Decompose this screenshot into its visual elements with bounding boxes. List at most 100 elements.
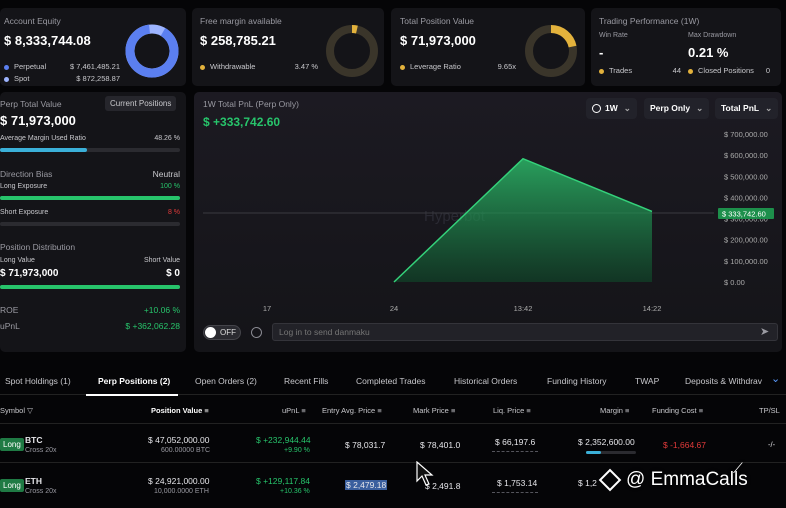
danmaku-settings-icon[interactable] [251, 327, 262, 338]
max-drawdown-label: Max Drawdown [688, 32, 737, 39]
margin: $ 2,352,600.00 [578, 437, 635, 447]
current-value-label: $ 333,742.60 [722, 210, 766, 219]
performance-title: Trading Performance (1W) [599, 16, 700, 26]
sort-icon: ≡ [301, 406, 306, 415]
danmaku-input[interactable] [272, 323, 778, 341]
header-liq[interactable]: Liq. Price ≡ [493, 406, 531, 415]
closed-dot [688, 68, 693, 74]
upnl-percent: +10.36 % [280, 488, 310, 495]
long-value: $ 71,973,000 [0, 268, 59, 279]
win-rate-value: - [599, 45, 604, 60]
mute-icon[interactable]: ⟋ [733, 460, 751, 478]
trading-performance-card: Trading Performance (1W) Win Rate - Max … [591, 8, 781, 86]
toggle-label: OFF [220, 328, 236, 337]
margin-ratio-fill [0, 148, 87, 152]
leverage-value: 9.65x [497, 62, 516, 71]
side-badge: Long [0, 438, 24, 451]
y-tick-label: $ 700,000.00 [724, 130, 768, 139]
perp-total-value: $ 71,973,000 [0, 113, 76, 128]
tab-open-orders-2[interactable]: Open Orders (2) [195, 376, 257, 386]
margin-ratio-value: 48.26 % [154, 135, 180, 142]
toggle-knob [205, 327, 216, 338]
leverage-row: Leverage Ratio 9.65x [400, 62, 516, 71]
short-value: $ 0 [166, 268, 180, 279]
short-exposure-bar [0, 222, 180, 226]
margin-ratio-bar [0, 148, 180, 152]
header-margin-label: Margin [600, 406, 623, 415]
tab-funding-history[interactable]: Funding History [547, 376, 607, 386]
upnl-label: uPnL [0, 321, 20, 331]
perp-total-label: Perp Total Value [0, 99, 62, 109]
tab-completed-trades[interactable]: Completed Trades [356, 376, 425, 386]
header-tpsl: TP/SL [759, 406, 780, 415]
current-positions-button[interactable]: Current Positions [105, 96, 177, 111]
leverage-dot [400, 64, 405, 70]
header-position-value[interactable]: Position Value ≡ [151, 406, 209, 415]
upnl: $ +129,117.84 [256, 476, 310, 486]
header-mark[interactable]: Mark Price ≡ [413, 406, 455, 415]
position-size: 10,000.0000 ETH [154, 488, 209, 495]
tab-perp-positions-2[interactable]: Perp Positions (2) [98, 376, 170, 386]
trades-row: Trades 44 [599, 66, 681, 75]
tab-twap[interactable]: TWAP [635, 376, 659, 386]
roe-label: ROE [0, 305, 19, 315]
symbol[interactable]: BTC [25, 435, 42, 445]
tpsl[interactable]: -/- [768, 440, 775, 449]
position-value: $ 24,921,000.00 [148, 476, 210, 486]
upnl-percent: +9.90 % [284, 447, 310, 454]
distribution-fill [0, 285, 180, 289]
x-tick-label: 13:42 [514, 304, 533, 313]
tab-recent-fills[interactable]: Recent Fills [284, 376, 328, 386]
filter-icon: ▽ [27, 406, 33, 415]
withdrawable-value: 3.47 % [294, 62, 318, 71]
leverage-label: Leverage Ratio [410, 62, 461, 71]
tabs-scroll-chevron-icon[interactable]: ⌄ [771, 372, 780, 385]
perp-total-panel: Perp Total Value Current Positions $ 71,… [0, 92, 186, 352]
position-distribution-label: Position Distribution [0, 242, 76, 252]
trades-value: 44 [672, 66, 681, 75]
position-value: $ 47,052,000.00 [148, 435, 210, 445]
header-symbol[interactable]: Symbol ▽ [0, 406, 33, 415]
long-exposure-bar [0, 196, 180, 200]
direction-bias-label: Direction Bias [0, 169, 53, 179]
header-liq-label: Liq. Price [493, 406, 525, 415]
win-rate-label: Win Rate [599, 32, 628, 39]
withdrawable-row: Withdrawable 3.47 % [200, 62, 318, 71]
spot-value: $ 872,258.87 [76, 74, 120, 83]
long-exposure-label: Long Exposure [0, 183, 48, 190]
tab-spot-holdings-1[interactable]: Spot Holdings (1) [5, 376, 71, 386]
send-icon[interactable]: ➤ [760, 325, 769, 338]
perpetual-label: Perpetual [14, 62, 47, 71]
sort-icon: ≡ [204, 406, 209, 415]
danmaku-toggle[interactable]: OFF [203, 325, 241, 340]
mouse-cursor-icon [416, 461, 434, 486]
tab-deposits-withdrav[interactable]: Deposits & Withdrav [685, 376, 762, 386]
margin: $ 1,2 [578, 478, 597, 488]
sort-icon: ≡ [698, 406, 704, 415]
liq-price: $ 1,753.14 [497, 478, 538, 488]
short-value-label: Short Value [143, 257, 180, 264]
header-margin[interactable]: Margin ≡ [600, 406, 629, 415]
free-margin-value: $ 258,785.21 [200, 33, 276, 48]
symbol[interactable]: ETH [25, 476, 42, 486]
y-tick-label: $ 600,000.00 [724, 151, 768, 160]
roe-value: +10.06 % [143, 305, 180, 315]
short-exposure-label: Short Exposure [0, 209, 49, 216]
header-upnl[interactable]: uPnL ≡ [282, 406, 306, 415]
position-donut-chart [525, 25, 577, 77]
header-entry[interactable]: Entry Avg. Price ≡ [322, 406, 382, 415]
header-symbol-label: Symbol [0, 406, 26, 415]
short-exposure-value: 8 % [167, 209, 180, 216]
spot-row: Spot $ 872,258.87 [4, 74, 120, 83]
liq-underline [492, 451, 538, 452]
y-tick-label: $ 0.00 [724, 278, 745, 287]
header-funding[interactable]: Funding Cost ≡ [652, 406, 703, 415]
y-tick-label: $ 500,000.00 [724, 172, 768, 181]
x-tick-label: 17 [263, 304, 271, 313]
upnl: $ +232,944.44 [256, 435, 311, 445]
tab-active-underline [86, 394, 178, 396]
entry-price: $ 2,479.18 [345, 480, 388, 490]
equity-donut-chart [125, 24, 179, 78]
entry-price: $ 78,031.7 [345, 440, 386, 450]
tab-historical-orders[interactable]: Historical Orders [454, 376, 517, 386]
